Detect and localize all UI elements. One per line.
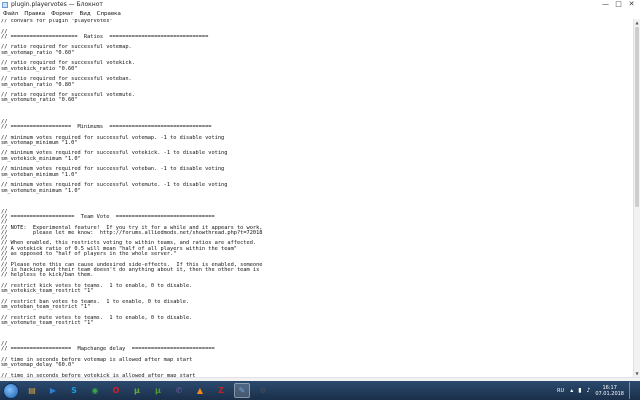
show-desktop-button[interactable] (629, 382, 636, 399)
taskbar-apps: ▤ ▶ S ◉ Oµ µ ✆ ▲ Z ✎ ⚙ (19, 383, 271, 398)
taskbar-viber-icon[interactable]: ✆ (171, 383, 187, 398)
taskbar-skype-icon[interactable]: S (66, 383, 82, 398)
taskbar-filezilla-icon[interactable]: Z (213, 383, 229, 398)
clock-date: 07.01.2018 (595, 390, 624, 397)
taskbar-chrome-icon[interactable]: ◉ (87, 383, 103, 398)
close-button[interactable]: ✕ (625, 0, 638, 9)
system-tray: RU ▴ ▮ ♪ 16:17 07.01.2018 (557, 381, 636, 400)
taskbar-media-player-icon[interactable]: ▶ (45, 383, 61, 398)
taskbar-windows-explorer-icon[interactable]: ▤ (24, 383, 40, 398)
text-editor-area[interactable]: // convars for plugin "playervotes" // /… (0, 19, 633, 377)
window-controls: — □ ✕ (599, 0, 638, 9)
notepad-icon (2, 2, 8, 8)
taskbar-utorrent-2-icon[interactable]: µ (150, 383, 166, 398)
tray-arrow-icon[interactable]: ▴ (570, 387, 573, 394)
window-title: plugin.playervotes — Блокнот (11, 1, 103, 8)
menu-file[interactable]: Файл (0, 10, 21, 19)
taskbar-notepad-icon[interactable]: ✎ (234, 383, 250, 398)
taskbar-vlc-icon[interactable]: ▲ (192, 383, 208, 398)
language-indicator[interactable]: RU (557, 388, 564, 394)
clock[interactable]: 16:17 07.01.2018 (595, 385, 624, 397)
menu-format[interactable]: Формат (48, 10, 76, 19)
vertical-scrollbar[interactable]: ▲ ▼ (633, 19, 640, 377)
start-button[interactable] (3, 382, 19, 399)
maximize-button[interactable]: □ (612, 0, 625, 9)
minimize-button[interactable]: — (599, 0, 612, 9)
volume-icon[interactable]: ♪ (587, 387, 591, 394)
scroll-down-icon[interactable]: ▼ (634, 370, 640, 377)
scroll-up-icon[interactable]: ▲ (634, 19, 640, 26)
taskbar-steam-icon[interactable]: ⚙ (255, 383, 271, 398)
menu-edit[interactable]: Правка (21, 10, 48, 19)
taskbar: ▤ ▶ S ◉ Oµ µ ✆ ▲ Z ✎ ⚙ RU ▴ ▮ ♪ 16:17 07.01.2018 (0, 381, 640, 400)
menu-view[interactable]: Вид (76, 10, 93, 19)
scroll-thumb[interactable] (635, 27, 639, 207)
taskbar-opera-icon[interactable]: O (108, 383, 124, 398)
taskbar-torrent-icon[interactable]: µ (129, 383, 145, 398)
menu-help[interactable]: Справка (94, 10, 124, 19)
network-icon[interactable]: ▮ (578, 387, 581, 394)
editor-text[interactable]: // convars for plugin "playervotes" // /… (0, 19, 633, 377)
